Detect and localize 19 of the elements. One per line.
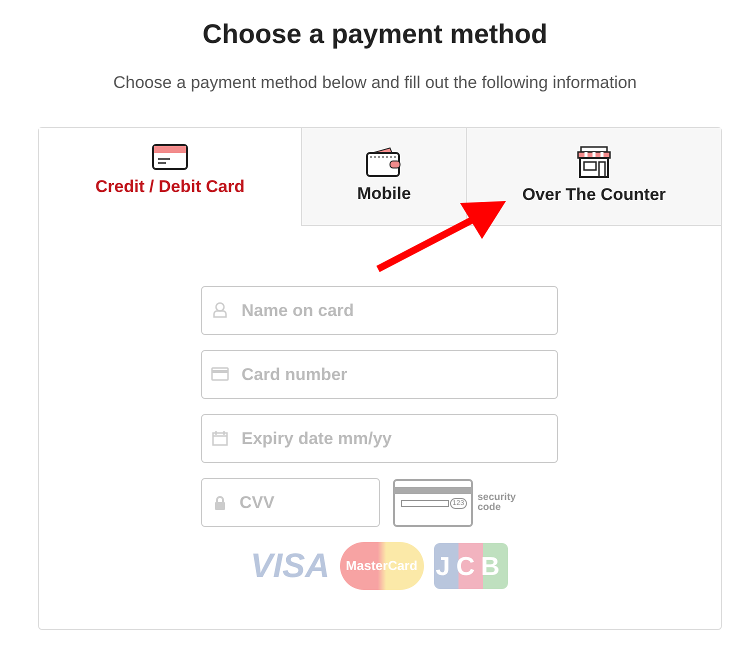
person-icon: [212, 302, 226, 318]
credit-card-icon: [152, 144, 188, 170]
security-code-label: security code: [478, 492, 517, 512]
storefront-icon: [576, 146, 612, 178]
card-icon: [210, 367, 228, 381]
cvv-field[interactable]: CVV: [200, 478, 380, 527]
text-field[interactable]: Name on card: [200, 286, 558, 335]
visa-logo: VISA: [250, 546, 330, 587]
lock-icon: [214, 495, 226, 510]
text-field[interactable]: Expiry date mm/yy: [200, 414, 558, 463]
mastercard-logo: MasterCard: [340, 542, 424, 590]
payment-tab[interactable]: Mobile: [301, 128, 466, 226]
jcb-logo: JCB: [434, 543, 508, 589]
wallet-icon: [366, 146, 402, 177]
text-field[interactable]: Card number: [200, 350, 558, 399]
payment-tab[interactable]: Over The Counter: [466, 128, 721, 226]
calendar-icon: [212, 430, 228, 446]
page-title: Choose a payment method: [202, 18, 548, 50]
page-subtitle: Choose a payment method below and fill out the following information: [113, 72, 637, 94]
